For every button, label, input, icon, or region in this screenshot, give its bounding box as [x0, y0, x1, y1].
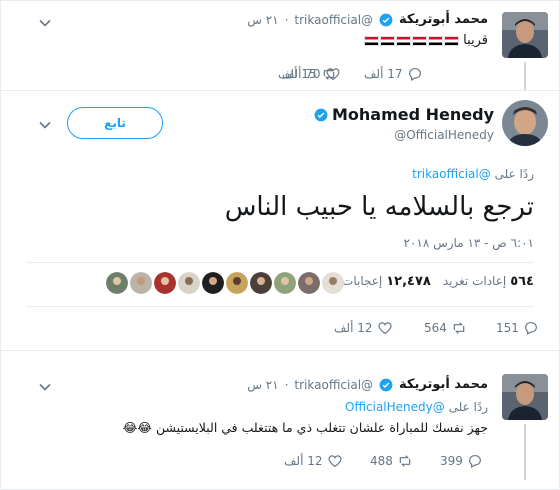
- author-name[interactable]: محمد أبوتريكة: [399, 377, 488, 392]
- thread-line-3: [524, 424, 526, 480]
- egypt-flag-icon: [380, 35, 396, 46]
- reply-count: 151: [496, 321, 519, 335]
- tweet-text: جهز نفسك للمباراة علشان تتغلب ذي ما هتتغ…: [155, 420, 488, 435]
- reply-count: 399: [440, 454, 463, 468]
- like-icon: [327, 455, 342, 468]
- chevron-down-icon[interactable]: [38, 16, 52, 30]
- egypt-flag-icon: [444, 35, 460, 46]
- reply-icon: [468, 455, 481, 469]
- divider: [26, 262, 534, 263]
- like-count: 12 ألف: [284, 454, 323, 468]
- reply-icon: [524, 322, 537, 336]
- like-count: 70 ألف: [282, 67, 321, 81]
- tweet-timestamp[interactable]: ٦:٠١ ص - ١٣ مارس ٢٠١٨: [404, 236, 535, 250]
- laughing-emoji: 😂😂: [122, 420, 152, 435]
- author-name[interactable]: محمد أبوتريكة: [399, 12, 488, 27]
- verified-badge-icon: [379, 378, 393, 391]
- tweet-time[interactable]: ٢١ س: [247, 13, 278, 27]
- like-stat-count: ١٢,٤٧٨: [386, 274, 431, 289]
- liker-avatar[interactable]: [178, 272, 200, 294]
- liker-avatar[interactable]: [250, 272, 272, 294]
- dot-separator: ·: [284, 377, 289, 392]
- retweet-stat[interactable]: ٥٦٤إعادات تغريد: [443, 274, 534, 289]
- tweet-time[interactable]: ٢١ س: [247, 378, 278, 392]
- tweet-2-author: Mohamed Henedy: [314, 105, 494, 124]
- avatar-trika-1[interactable]: [502, 12, 548, 58]
- reply-prefix: ردًا على: [494, 167, 534, 181]
- tweet-1-header: محمد أبوتريكة @trikaofficial · ٢١ س: [247, 12, 488, 27]
- tweet-3-text: جهز نفسك للمباراة علشان تتغلب ذي ما هتتغ…: [123, 420, 488, 435]
- reply-to-link[interactable]: @trikaofficial: [412, 167, 491, 181]
- replying-to: ردًا على @trikaofficial: [412, 167, 534, 181]
- verified-badge-icon: [314, 108, 328, 121]
- like-icon: [377, 322, 392, 335]
- avatar-trika-2[interactable]: [502, 374, 548, 420]
- replying-to: ردًا على @OfficialHenedy: [345, 400, 488, 414]
- tweet-stats: ٥٦٤إعادات تغريد ١٢,٤٧٨إعجابات: [342, 274, 534, 289]
- like-stat[interactable]: ١٢,٤٧٨إعجابات: [342, 274, 431, 289]
- chevron-down-icon[interactable]: [38, 380, 52, 394]
- dot-separator: ·: [284, 12, 289, 27]
- retweet-action[interactable]: 564: [424, 320, 467, 336]
- like-action[interactable]: 12 ألف: [284, 453, 343, 469]
- liker-avatars: [106, 272, 344, 294]
- liker-avatar[interactable]: [274, 272, 296, 294]
- divider: [26, 306, 534, 307]
- liker-avatar[interactable]: [322, 272, 344, 294]
- liker-avatar[interactable]: [154, 272, 176, 294]
- retweet-icon: [399, 455, 411, 467]
- liker-avatar[interactable]: [106, 272, 128, 294]
- reply-icon: [408, 68, 421, 82]
- like-count: 12 ألف: [334, 321, 373, 335]
- reply-action[interactable]: 399: [440, 453, 483, 469]
- retweet-count: 488: [370, 454, 393, 468]
- retweet-stat-count: ٥٦٤: [510, 274, 534, 289]
- liker-avatar[interactable]: [226, 272, 248, 294]
- chevron-down-icon[interactable]: [38, 118, 52, 132]
- liker-avatar[interactable]: [202, 272, 224, 294]
- author-handle[interactable]: @OfficialHenedy: [394, 128, 494, 142]
- author-name[interactable]: Mohamed Henedy: [332, 105, 494, 124]
- retweet-stat-label: إعادات تغريد: [442, 274, 507, 288]
- retweet-action[interactable]: 488: [370, 453, 413, 469]
- tweet-text: قريبا: [463, 33, 488, 48]
- like-action[interactable]: 12 ألف: [334, 320, 393, 336]
- thread-line-1: [524, 62, 526, 90]
- reply-count: 17 ألف: [364, 67, 403, 81]
- like-icon: [325, 68, 340, 81]
- verified-badge-icon: [379, 13, 393, 26]
- retweet-icon: [453, 322, 465, 334]
- tweet-1-text: قريبا: [364, 33, 488, 48]
- reply-to-link[interactable]: @OfficialHenedy: [345, 400, 445, 414]
- reply-action[interactable]: 17 ألف: [364, 66, 423, 82]
- divider: [0, 90, 560, 91]
- divider: [0, 350, 560, 351]
- tweet1-like[interactable]: 70 ألف: [282, 66, 341, 82]
- follow-button[interactable]: تابع: [67, 107, 163, 139]
- author-handle[interactable]: @trikaofficial: [294, 378, 373, 392]
- egypt-flag-icon: [428, 35, 444, 46]
- like-stat-label: إعجابات: [342, 274, 383, 288]
- avatar-henedy[interactable]: [502, 100, 548, 146]
- tweet-2-text: ترجع بالسلامه يا حبيب الناس: [224, 192, 534, 222]
- tweet-3-header: محمد أبوتريكة @trikaofficial · ٢١ س: [247, 377, 488, 392]
- liker-avatar[interactable]: [130, 272, 152, 294]
- reply-prefix: ردًا على: [448, 400, 488, 414]
- egypt-flag-icon: [364, 35, 380, 46]
- egypt-flag-icon: [396, 35, 412, 46]
- author-handle[interactable]: @trikaofficial: [294, 13, 373, 27]
- egypt-flag-emoji-row: [364, 35, 460, 46]
- reply-action[interactable]: 151: [496, 320, 539, 336]
- liker-avatar[interactable]: [298, 272, 320, 294]
- egypt-flag-icon: [412, 35, 428, 46]
- retweet-count: 564: [424, 321, 447, 335]
